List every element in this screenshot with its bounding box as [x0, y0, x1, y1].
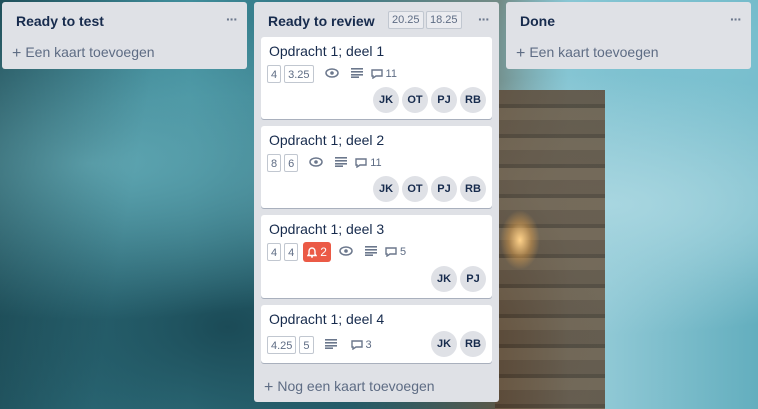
card-badges: 4 3.25 11 — [267, 64, 397, 84]
comments-badge: 11 — [370, 68, 397, 80]
spent-badge: 4 — [284, 243, 299, 261]
list-menu-icon[interactable]: ··· — [730, 11, 742, 27]
bell-icon — [307, 246, 318, 258]
card-title: Opdracht 1; deel 2 — [269, 132, 385, 148]
list-header: Ready to test ··· — [2, 2, 247, 38]
spent-badge: 5 — [299, 336, 314, 354]
estimate-badge: 4.25 — [267, 336, 297, 354]
card-opdracht-1-deel-4[interactable]: Opdracht 1; deel 4 4.25 5 3 JK RB — [261, 305, 492, 363]
notification-badge: 2 — [303, 242, 331, 262]
list-title[interactable]: Ready to test — [16, 13, 104, 29]
avatar[interactable]: RB — [460, 87, 486, 113]
estimate-badge: 8 — [267, 154, 282, 172]
add-another-card-button[interactable]: + Nog een kaart toevoegen — [264, 378, 435, 396]
list-header: Ready to review 20.25 18.25 ··· — [254, 2, 499, 38]
avatar[interactable]: PJ — [431, 176, 457, 202]
comment-icon — [355, 158, 367, 168]
add-card-button[interactable]: + Een kaart toevoegen — [12, 44, 155, 62]
card-title: Opdracht 1; deel 3 — [269, 221, 385, 237]
card-badges: 4.25 5 3 — [267, 335, 372, 355]
add-card-button[interactable]: + Een kaart toevoegen — [516, 44, 659, 62]
list-ready-to-review: Ready to review 20.25 18.25 ··· Opdracht… — [254, 2, 499, 402]
comment-icon — [350, 340, 363, 350]
list-done: Done ··· + Een kaart toevoegen — [506, 2, 751, 69]
plus-icon: + — [264, 379, 274, 396]
comment-count: 11 — [370, 157, 382, 169]
spent-badge: 6 — [284, 154, 299, 172]
add-card-label: Een kaart toevoegen — [529, 44, 659, 60]
comments-badge: 5 — [385, 246, 406, 258]
add-card-label: Nog een kaart toevoegen — [277, 378, 435, 394]
avatar[interactable]: JK — [431, 331, 457, 357]
comments-badge: 3 — [350, 339, 372, 351]
plus-icon: + — [12, 45, 22, 62]
avatar[interactable]: PJ — [431, 87, 457, 113]
list-menu-icon[interactable]: ··· — [226, 11, 238, 27]
card-opdracht-1-deel-2[interactable]: Opdracht 1; deel 2 8 6 11 JK OT PJ RB — [261, 126, 492, 208]
estimate-badge: 4 — [267, 65, 282, 83]
comment-count: 3 — [365, 339, 372, 351]
list-title[interactable]: Ready to review — [268, 13, 375, 29]
card-opdracht-1-deel-3[interactable]: Opdracht 1; deel 3 4 4 2 5 JK PJ — [261, 215, 492, 298]
comment-icon — [385, 247, 397, 257]
card-badges: 8 6 11 — [267, 153, 382, 173]
card-opdracht-1-deel-1[interactable]: Opdracht 1; deel 1 4 3.25 11 JK OT PJ RB — [261, 37, 492, 119]
description-icon — [350, 65, 363, 83]
list-title[interactable]: Done — [520, 13, 555, 29]
avatar[interactable]: PJ — [460, 266, 486, 292]
eye-icon — [324, 65, 339, 83]
comment-count: 5 — [399, 246, 407, 258]
list-menu-icon[interactable]: ··· — [478, 11, 490, 27]
avatar[interactable]: RB — [460, 176, 486, 202]
avatar[interactable]: JK — [373, 87, 399, 113]
card-members: JK RB — [428, 331, 486, 357]
add-card-label: Een kaart toevoegen — [25, 44, 155, 60]
eye-icon — [309, 154, 323, 172]
card-members: JK OT PJ RB — [370, 87, 486, 113]
list-ready-to-test: Ready to test ··· + Een kaart toevoegen — [2, 2, 247, 69]
description-icon — [364, 243, 377, 261]
card-members: JK PJ — [428, 266, 486, 292]
background-glow — [500, 210, 540, 270]
card-members: JK OT PJ RB — [370, 176, 486, 202]
description-icon — [335, 154, 348, 172]
eye-icon — [339, 243, 353, 261]
card-title: Opdracht 1; deel 1 — [269, 43, 385, 59]
spent-badge: 3.25 — [284, 65, 314, 83]
avatar[interactable]: JK — [431, 266, 457, 292]
list-header: Done ··· — [506, 2, 751, 38]
plus-icon: + — [516, 45, 526, 62]
comments-badge: 11 — [355, 157, 382, 169]
avatar[interactable]: OT — [402, 176, 428, 202]
card-badges: 4 4 2 5 — [267, 242, 406, 262]
estimate-badge: 4 — [267, 243, 282, 261]
avatar[interactable]: RB — [460, 331, 486, 357]
description-icon — [324, 336, 337, 354]
header-spent-badge: 18.25 — [426, 11, 462, 29]
notification-count: 2 — [320, 245, 327, 259]
header-estimate-badge: 20.25 — [388, 11, 424, 29]
card-title: Opdracht 1; deel 4 — [269, 311, 385, 327]
avatar[interactable]: JK — [373, 176, 399, 202]
comment-count: 11 — [385, 68, 397, 80]
comment-icon — [370, 69, 383, 79]
avatar[interactable]: OT — [402, 87, 428, 113]
